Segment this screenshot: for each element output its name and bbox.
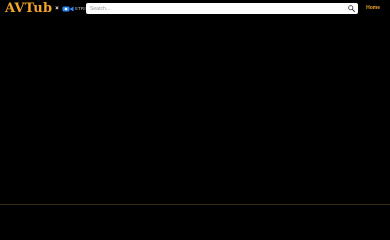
search-bar xyxy=(86,3,358,14)
search-button[interactable] xyxy=(347,4,356,13)
search-input[interactable] xyxy=(86,3,341,14)
nav-home-link[interactable]: Home xyxy=(366,5,380,12)
site-header: AVTub × STRIPCHAT Home xyxy=(0,0,390,18)
main-content xyxy=(0,18,390,204)
site-footer xyxy=(0,205,390,240)
page: AVTub × STRIPCHAT Home xyxy=(0,0,390,240)
logo-text: AVTub xyxy=(5,1,53,16)
camera-logo-icon xyxy=(62,6,74,12)
search-icon xyxy=(348,5,355,12)
logo-separator: × xyxy=(55,6,59,12)
